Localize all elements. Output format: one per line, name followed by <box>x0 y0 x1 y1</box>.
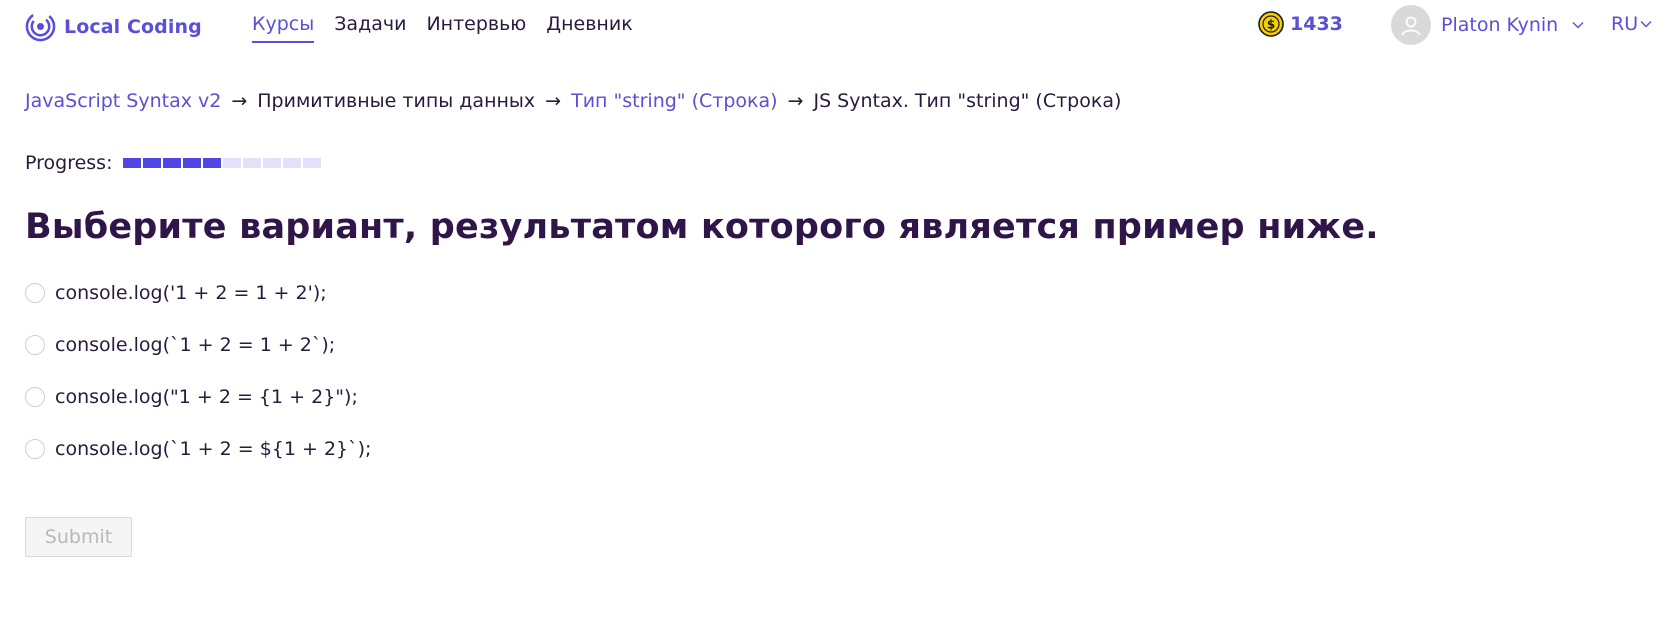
breadcrumb-section: Примитивные типы данных <box>257 90 536 112</box>
nav-tasks[interactable]: Задачи <box>334 13 406 43</box>
progress-segment <box>142 158 161 168</box>
svg-text:$: $ <box>1267 18 1275 32</box>
option-label: console.log('1 + 2 = 1 + 2'); <box>55 282 327 304</box>
user-icon <box>1401 16 1421 36</box>
top-header: Local Coding Курсы Задачи Интервью Дневн… <box>0 0 1677 50</box>
progress-segment <box>222 158 241 168</box>
progress-segment <box>182 158 201 168</box>
coin-count: 1433 <box>1290 13 1343 35</box>
avatar <box>1391 5 1431 45</box>
progress-label: Progress: <box>25 152 113 174</box>
breadcrumb-topic[interactable]: Тип "string" (Строка) <box>571 90 777 112</box>
answer-option[interactable]: console.log("1 + 2 = {1 + 2}"); <box>25 386 371 408</box>
coin-icon: $ <box>1258 11 1284 37</box>
radio-button[interactable] <box>25 439 45 459</box>
answer-option[interactable]: console.log(`1 + 2 = 1 + 2`); <box>25 334 371 356</box>
nav-courses[interactable]: Курсы <box>252 13 315 43</box>
question-title: Выберите вариант, результатом которого я… <box>25 207 1379 247</box>
coin-balance: $ 1433 <box>1258 11 1343 37</box>
breadcrumb-current: JS Syntax. Тип "string" (Строка) <box>813 90 1122 112</box>
logo[interactable]: Local Coding <box>25 11 202 42</box>
radio-button[interactable] <box>25 283 45 303</box>
progress-segment <box>282 158 301 168</box>
language-label: RU <box>1611 13 1639 35</box>
option-label: console.log(`1 + 2 = 1 + 2`); <box>55 334 336 356</box>
language-selector[interactable]: RU <box>1611 13 1652 35</box>
option-label: console.log("1 + 2 = {1 + 2}"); <box>55 386 358 408</box>
breadcrumb-separator: → <box>545 90 562 112</box>
nav-diary[interactable]: Дневник <box>546 13 632 43</box>
breadcrumb: JavaScript Syntax v2 → Примитивные типы … <box>25 90 1121 112</box>
logo-text: Local Coding <box>64 15 202 38</box>
progress: Progress: <box>25 152 321 174</box>
radio-button[interactable] <box>25 335 45 355</box>
main-nav: Курсы Задачи Интервью Дневник <box>252 13 633 43</box>
chevron-down-icon <box>1572 22 1584 29</box>
progress-segment <box>242 158 261 168</box>
answer-option[interactable]: console.log(`1 + 2 = ${1 + 2}`); <box>25 438 371 460</box>
user-menu[interactable]: Platon Kynin <box>1391 5 1584 45</box>
user-name: Platon Kynin <box>1441 14 1559 36</box>
progress-segment <box>302 158 321 168</box>
progress-segment <box>122 158 141 168</box>
nav-interview[interactable]: Интервью <box>426 13 526 43</box>
answer-option[interactable]: console.log('1 + 2 = 1 + 2'); <box>25 282 371 304</box>
answer-options: console.log('1 + 2 = 1 + 2'); console.lo… <box>25 282 371 490</box>
option-label: console.log(`1 + 2 = ${1 + 2}`); <box>55 438 372 460</box>
progress-segment <box>202 158 221 168</box>
chevron-down-icon <box>1640 21 1652 28</box>
submit-button[interactable]: Submit <box>25 517 132 557</box>
breadcrumb-separator: → <box>787 90 804 112</box>
radio-button[interactable] <box>25 387 45 407</box>
breadcrumb-separator: → <box>231 90 248 112</box>
logo-icon <box>25 11 56 42</box>
progress-segment <box>262 158 281 168</box>
progress-segment <box>162 158 181 168</box>
progress-bar <box>122 158 321 168</box>
breadcrumb-course[interactable]: JavaScript Syntax v2 <box>25 90 221 112</box>
